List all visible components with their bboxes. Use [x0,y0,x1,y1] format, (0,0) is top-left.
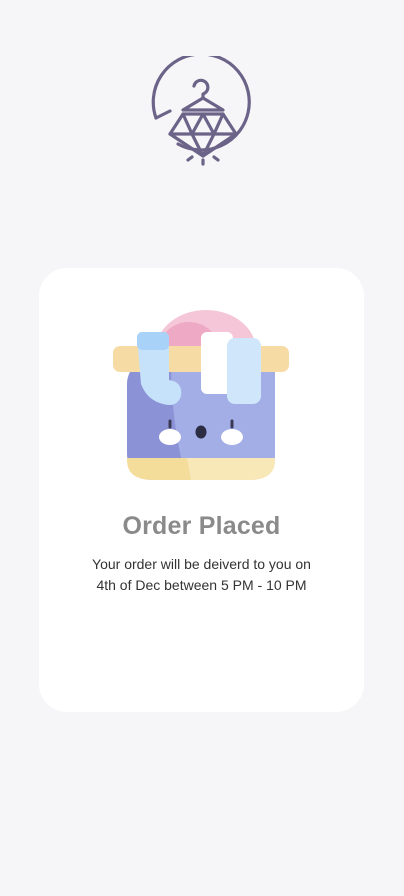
laundry-basket-icon [113,310,289,480]
order-placed-title: Order Placed [122,512,281,540]
delivery-message-line-1: Your order will be deiverd to you on [92,556,311,572]
hanger-diamond-logo-icon [151,56,251,166]
delivery-message: Your order will be deiverd to you on 4th… [59,554,344,596]
order-confirmation-card: Order Placed Your order will be deiverd … [39,268,364,712]
delivery-message-line-2: 4th of Dec between 5 PM - 10 PM [96,577,307,593]
